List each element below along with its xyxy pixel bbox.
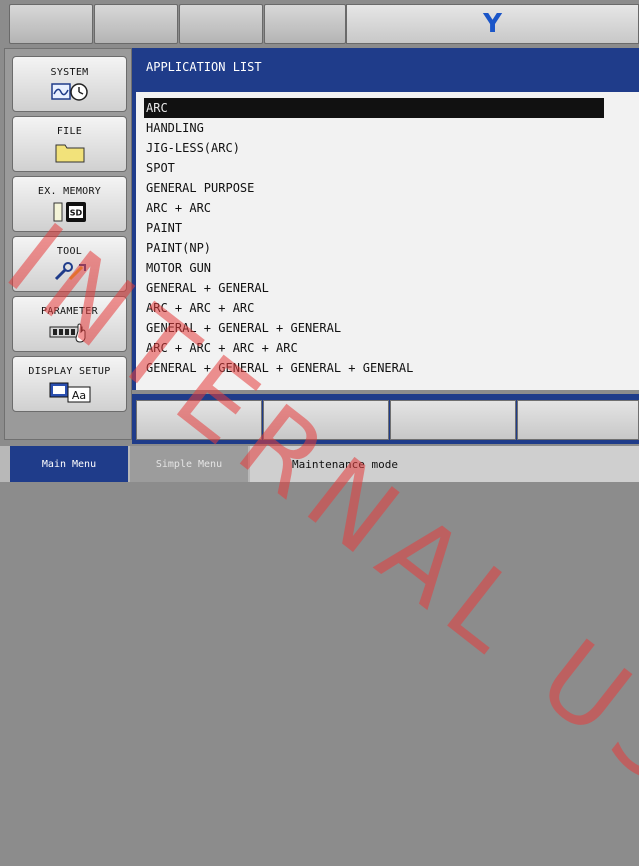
menu-label-parameter: PARAMETER <box>41 305 98 317</box>
window-title-bar: APPLICATION LIST <box>136 52 639 92</box>
list-item[interactable]: SPOT <box>144 158 604 178</box>
list-item[interactable]: JIG-LESS(ARC) <box>144 138 604 158</box>
top-tab-4[interactable] <box>264 4 346 44</box>
system-clock-icon <box>50 82 89 102</box>
menu-label-display-setup: DISPLAY SETUP <box>28 365 111 377</box>
menu-label-system: SYSTEM <box>50 66 89 78</box>
top-tab-2[interactable] <box>94 4 178 44</box>
list-item[interactable]: GENERAL PURPOSE <box>144 178 604 198</box>
function-key-bar <box>132 394 639 444</box>
application-list-window: APPLICATION LIST ARC HANDLING JIG-LESS(A… <box>132 48 639 390</box>
sd-card-icon: SD <box>52 201 88 223</box>
list-item[interactable]: GENERAL + GENERAL + GENERAL <box>144 318 604 338</box>
menu-button-display-setup[interactable]: DISPLAY SETUP Aa <box>12 356 127 412</box>
menu-button-ex-memory[interactable]: EX. MEMORY SD <box>12 176 127 232</box>
menu-button-parameter[interactable]: PARAMETER <box>12 296 127 352</box>
list-item[interactable]: GENERAL + GENERAL + GENERAL + GENERAL <box>144 358 604 378</box>
logo-panel: Y <box>346 4 639 44</box>
svg-text:SD: SD <box>69 208 82 217</box>
simple-menu-button[interactable]: Simple Menu <box>130 446 248 482</box>
list-item[interactable]: PAINT <box>144 218 604 238</box>
menu-button-tool[interactable]: TOOL <box>12 236 127 292</box>
menu-label-file: FILE <box>56 125 83 137</box>
list-item[interactable]: MOTOR GUN <box>144 258 604 278</box>
main-menu-button[interactable]: Main Menu <box>10 446 128 482</box>
display-setup-icon: Aa <box>48 381 92 403</box>
list-item[interactable]: HANDLING <box>144 118 604 138</box>
list-item[interactable]: ARC + ARC <box>144 198 604 218</box>
window-title: APPLICATION LIST <box>146 60 262 74</box>
menu-label-tool: TOOL <box>56 245 83 257</box>
top-tab-3[interactable] <box>179 4 263 44</box>
tool-wrench-icon <box>52 261 88 283</box>
function-key-3[interactable] <box>390 400 516 440</box>
list-item[interactable]: ARC + ARC + ARC <box>144 298 604 318</box>
function-key-1[interactable] <box>136 400 262 440</box>
list-item[interactable]: ARC + ARC + ARC + ARC <box>144 338 604 358</box>
top-tab-1[interactable] <box>9 4 93 44</box>
mode-indicator: Maintenance mode <box>250 446 639 482</box>
menu-button-file[interactable]: FILE <box>12 116 127 172</box>
brand-logo: Y <box>483 9 502 39</box>
svg-text:Aa: Aa <box>71 389 85 402</box>
function-key-4[interactable] <box>517 400 639 440</box>
application-list: ARC HANDLING JIG-LESS(ARC) SPOT GENERAL … <box>144 98 604 378</box>
parameter-hand-icon <box>48 321 92 343</box>
folder-icon <box>55 141 85 163</box>
function-key-2[interactable] <box>263 400 389 440</box>
list-item[interactable]: ARC <box>144 98 604 118</box>
list-item[interactable]: GENERAL + GENERAL <box>144 278 604 298</box>
list-item[interactable]: PAINT(NP) <box>144 238 604 258</box>
menu-label-ex-memory: EX. MEMORY <box>37 185 102 197</box>
menu-button-system[interactable]: SYSTEM <box>12 56 127 112</box>
